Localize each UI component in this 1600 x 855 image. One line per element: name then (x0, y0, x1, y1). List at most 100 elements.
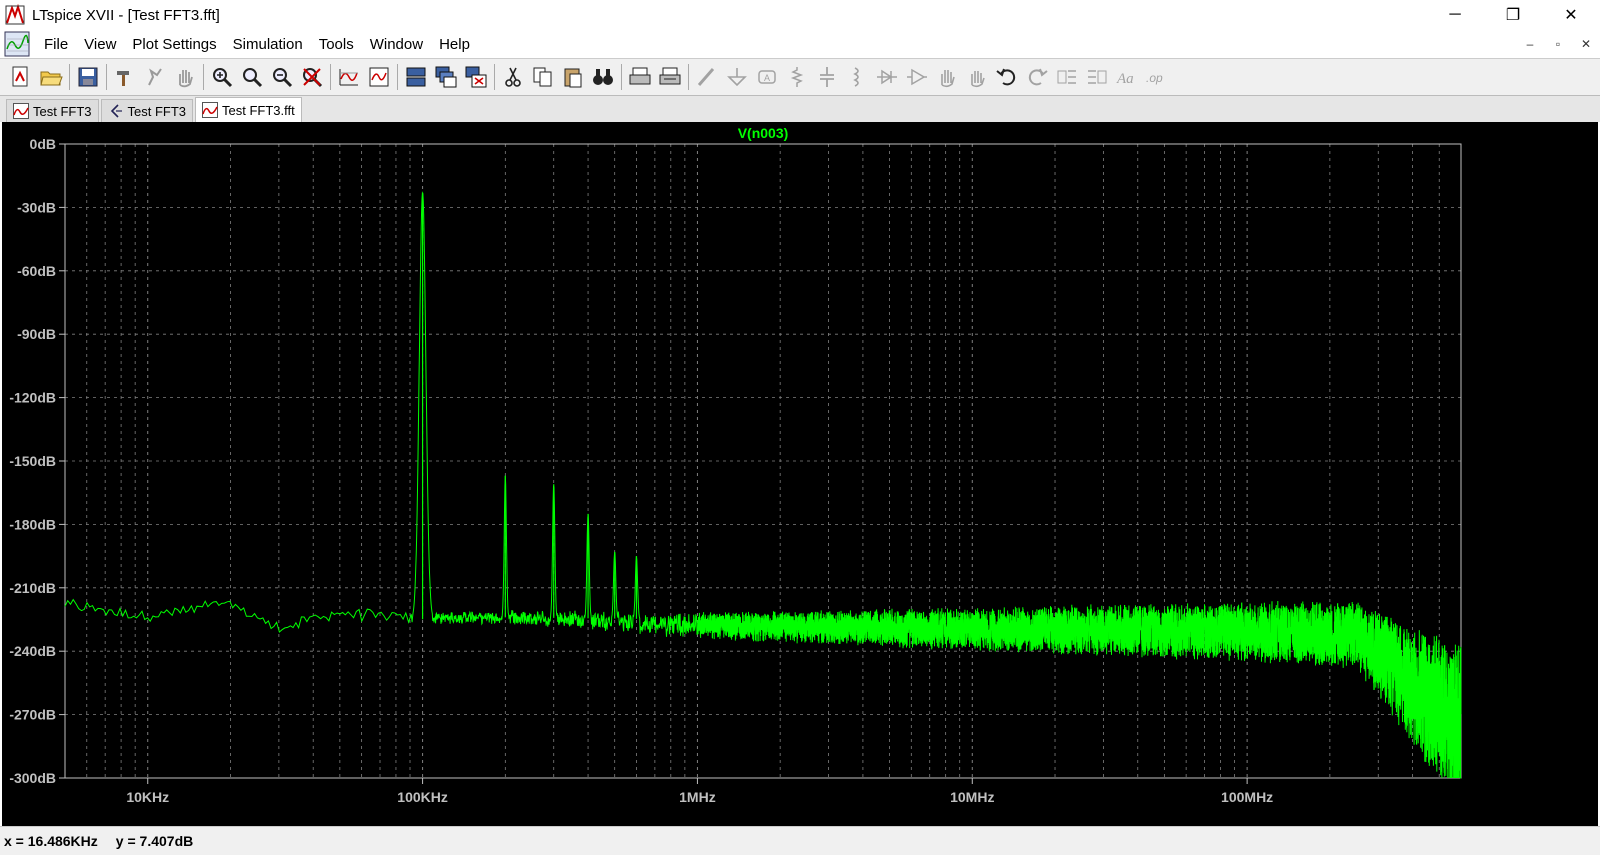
menu-simulation[interactable]: Simulation (225, 36, 311, 53)
draw-wire-button[interactable] (692, 62, 722, 92)
run-icon (148, 68, 162, 86)
tab-waveform-fft[interactable]: Test FFT3.fft (195, 97, 302, 122)
copy-button[interactable] (528, 62, 558, 92)
menu-tools[interactable]: Tools (311, 36, 362, 53)
autorange-button[interactable] (334, 62, 364, 92)
zoom-cancel-button[interactable] (297, 62, 327, 92)
zoom-out-icon (273, 68, 293, 88)
menu-file[interactable]: File (36, 36, 76, 53)
x-tick-label: 10MHz (950, 789, 994, 805)
print-preview-button[interactable] (655, 62, 685, 92)
inductor-button[interactable] (842, 62, 872, 92)
y-tick-label: -150dB (9, 453, 56, 469)
new-schematic-button[interactable] (6, 62, 36, 92)
tab-schematic[interactable]: Test FFT3 (100, 99, 194, 122)
document-tab-bar: Test FFT3 Test FFT3 Test FFT3.fft (0, 96, 1600, 122)
document-restore-button[interactable]: ▫ (1548, 34, 1568, 54)
schematic-tab-icon (110, 104, 122, 118)
move-hand-button[interactable] (932, 62, 962, 92)
fft-plot[interactable]: 0dB -30dB -60dB -90dB -120dB -150dB -180dB -210… (2, 122, 1598, 826)
y-tick-label: -120dB (9, 390, 56, 406)
cascade-windows-button[interactable] (431, 62, 461, 92)
paste-button[interactable] (558, 62, 588, 92)
svg-text:.op: .op (1146, 71, 1163, 85)
y-tick-label: -60dB (17, 263, 56, 279)
net-label-button[interactable]: A (752, 62, 782, 92)
text-icon: Aa (1116, 71, 1134, 87)
draw-wire-icon (697, 68, 715, 86)
status-bar: x = 16.486KHz y = 7.407dB (0, 826, 1600, 855)
capacitor-button[interactable] (812, 62, 842, 92)
toolbar-separator (621, 64, 622, 90)
x-tick-label: 100MHz (1221, 789, 1273, 805)
y-tick-label: 0dB (30, 136, 56, 152)
resistor-icon (790, 67, 804, 87)
tile-vertical-icon (406, 67, 426, 87)
find-binoculars-button[interactable] (588, 62, 618, 92)
svg-text:A: A (764, 73, 770, 83)
cursor-x-readout: x = 16.486KHz (4, 833, 98, 849)
diode-button[interactable] (872, 62, 902, 92)
toolbar-separator (494, 64, 495, 90)
rotate-icon (1057, 70, 1076, 84)
move-hand-icon (941, 70, 955, 88)
document-close-button[interactable]: ✕ (1576, 34, 1596, 54)
close-button[interactable]: ✕ (1542, 0, 1600, 30)
y-tick-label: -300dB (9, 770, 56, 786)
toolbar-separator (203, 64, 204, 90)
component-icon (907, 68, 927, 86)
zoom-in-button[interactable] (237, 62, 267, 92)
pick-visible-traces-button[interactable] (364, 62, 394, 92)
restore-button[interactable]: ❐ (1484, 0, 1542, 30)
ground-icon (727, 68, 747, 87)
find-binoculars-icon (593, 69, 613, 85)
drag-hand-button[interactable] (962, 62, 992, 92)
zoom-out-button[interactable] (267, 62, 297, 92)
tab-label: Test FFT3 (127, 103, 187, 119)
x-tick-label: 1MHz (679, 789, 716, 805)
minimize-button[interactable]: ─ (1426, 0, 1484, 30)
save-button[interactable] (73, 62, 103, 92)
undo-button[interactable] (992, 62, 1022, 92)
halt-hand-button[interactable] (170, 62, 200, 92)
x-tick-label: 100KHz (397, 789, 448, 805)
y-tick-label: -30dB (17, 199, 56, 215)
autorange-icon (339, 69, 358, 86)
tab-waveform-1[interactable]: Test FFT3 (6, 99, 99, 122)
waveform-plot-pane[interactable]: 0dB -30dB -60dB -90dB -120dB -150dB -180dB -210… (2, 122, 1598, 826)
resistor-button[interactable] (782, 62, 812, 92)
copy-icon (533, 67, 552, 87)
close-windows-button[interactable] (461, 62, 491, 92)
toolbar: A Aa .op (0, 58, 1600, 96)
menu-help[interactable]: Help (431, 36, 478, 53)
document-minimize-button[interactable]: ‒ (1520, 34, 1540, 54)
cursor-y-readout: y = 7.407dB (115, 833, 194, 849)
component-button[interactable] (902, 62, 932, 92)
spice-directive-button[interactable]: .op (1142, 62, 1172, 92)
toolbar-separator (688, 64, 689, 90)
tile-vertical-button[interactable] (401, 62, 431, 92)
open-folder-button[interactable] (36, 62, 66, 92)
x-tick-label: 10KHz (126, 789, 169, 805)
zoom-area-icon (213, 68, 233, 88)
ground-button[interactable] (722, 62, 752, 92)
text-button[interactable]: Aa (1112, 62, 1142, 92)
menu-window[interactable]: Window (362, 36, 431, 53)
menu-plot-settings[interactable]: Plot Settings (124, 36, 224, 53)
cut-button[interactable] (498, 62, 528, 92)
rotate-button[interactable] (1052, 62, 1082, 92)
net-label-icon: A (758, 70, 776, 84)
ltspice-app-icon (5, 4, 25, 25)
close-windows-icon (465, 66, 487, 88)
control-panel-hammer-button[interactable] (110, 62, 140, 92)
print-button[interactable] (625, 62, 655, 92)
mirror-button[interactable] (1082, 62, 1112, 92)
zoom-cancel-icon (303, 68, 323, 88)
run-button[interactable] (140, 62, 170, 92)
redo-button[interactable] (1022, 62, 1052, 92)
waveform-tab-icon (202, 102, 219, 118)
menu-view[interactable]: View (76, 36, 124, 53)
zoom-area-button[interactable] (207, 62, 237, 92)
window-title: LTspice XVII - [Test FFT3.fft] (32, 6, 220, 24)
waveform-document-icon[interactable] (4, 31, 30, 57)
